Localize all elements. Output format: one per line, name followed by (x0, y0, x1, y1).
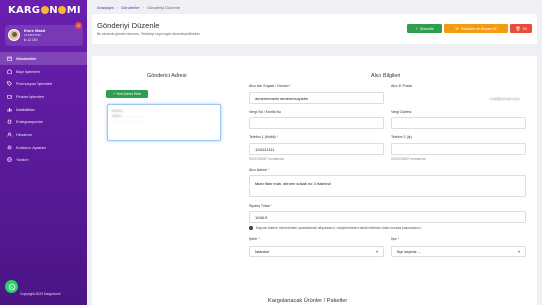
phone1-input[interactable]: 1111111111 (249, 143, 384, 155)
recipient-name-label: Alıcı Adı Soyadı / Ünvanı * (249, 84, 292, 88)
cod-info-note: i Kapıda ödeme hizmetinden yararlanmak is… (249, 226, 421, 230)
sidebar-item-label: Gönderiler (16, 55, 37, 61)
city-select[interactable]: İstanbul (249, 246, 384, 257)
recipient-email-input[interactable]: mail@ornek.com (391, 92, 526, 104)
sidebar-item-kullanici-ayarlari[interactable]: Kullanıcı Ayarları (0, 141, 87, 154)
recipient-email-label: Alıcı E-Posta (391, 84, 412, 88)
sidebar-nav: Gönderiler Bayi İşlemleri Promosyon İşle… (0, 52, 87, 166)
main-content: Anasayfa › Gönderiler › Gönderiyi Düzenle Gö… (87, 0, 542, 305)
delete-button-label: Sil (522, 26, 527, 31)
user-icon (6, 131, 12, 137)
sidebar-item-bayi[interactable]: Bayi İşlemleri (0, 65, 87, 78)
page-header: Gönderiyi Düzenle Bu ekranda gönderi dur… (92, 14, 537, 44)
breadcrumb-home-link[interactable]: Anasayfa (97, 5, 114, 10)
sidebar-item-entegrasyonlar[interactable]: Entegrasyonlar (0, 115, 87, 128)
user-id: 1234567890 (24, 33, 41, 37)
sidebar-item-label: Finans İşlemleri (16, 93, 45, 99)
notification-badge[interactable]: 0 (75, 22, 82, 29)
update-and-continue-label: Güncelle ve Devam Et (460, 26, 497, 31)
wallet-icon (6, 93, 12, 99)
whatsapp-icon (8, 283, 15, 290)
sender-address-card[interactable]: Merkez Adres: ... ... ... ... ... ... ..… (107, 104, 221, 141)
page-title: Gönderiyi Düzenle (97, 21, 160, 30)
sidebar-item-yardim[interactable]: Yardım (0, 154, 87, 167)
tax-office-input[interactable] (391, 117, 526, 129)
whatsapp-button[interactable] (5, 280, 18, 293)
store-icon (6, 68, 12, 74)
shipment-form: Gönderici Adresi + Yeni Adres Ekle Merke… (92, 56, 537, 305)
sidebar-item-label: Kullanıcı Ayarları (16, 144, 46, 150)
plug-icon (6, 119, 12, 125)
user-card[interactable]: Emre Masit 1234567890 ₺ 12.150 (5, 25, 83, 46)
chart-icon (6, 106, 12, 112)
refresh-icon: ⟳ (455, 26, 459, 31)
info-icon: i (249, 226, 253, 230)
sidebar-item-label: Bayi İşlemleri (16, 68, 40, 74)
gear-icon (6, 144, 12, 150)
tax-id-input[interactable] (249, 117, 384, 129)
recipient-name-input[interactable]: denememsim denemesoyisim (249, 92, 384, 104)
district-select-value: İlçe seçiniz ... (397, 249, 422, 254)
sidebar-item-label: Entegrasyonlar (16, 119, 43, 125)
city-select-value: İstanbul (255, 249, 270, 254)
plus-icon: + (415, 26, 418, 31)
tax-id-label: Vergi No / Kimlik No (249, 110, 281, 114)
recipient-section-title: Alıcı Bilgileri (371, 73, 401, 79)
recipient-address-label: Alıcı Adresi * (249, 168, 270, 172)
city-label: Şehir * (249, 237, 260, 241)
sidebar-item-label: Yardım (16, 157, 29, 163)
delete-button[interactable]: 🗑 Sil (510, 24, 532, 33)
update-button-label: Güncelle (419, 26, 434, 31)
sidebar: KARG N MI Emre Masit 1234567890 ₺ 12.150 0… (0, 0, 87, 305)
sidebar-item-label: Promosyon İşlemleri (16, 81, 53, 87)
address-line: ... ... ... ... ... ... ... ... ... (112, 119, 145, 123)
chevron-down-icon (518, 250, 520, 253)
help-icon (6, 157, 12, 163)
cod-info-text: Kapıda ödeme hizmetinden yararlanmak ist… (256, 226, 421, 230)
phone1-hint: 5XX1234567 formatında (249, 157, 284, 161)
trash-icon: 🗑 (515, 26, 521, 31)
breadcrumb: Anasayfa › Gönderiler › Gönderiyi Düzenle (97, 5, 180, 10)
avatar (8, 29, 20, 41)
order-total-label: Sipariş Tutarı * (249, 204, 273, 208)
phone2-hint: 5XX1234567 formatında (391, 157, 426, 161)
sidebar-item-gonderiler[interactable]: Gönderiler (0, 52, 87, 65)
page-description: Bu ekranda gönderi durumu, Tedarikçi vey… (97, 32, 200, 36)
district-label: İlçe * (391, 237, 399, 241)
sidebar-item-label: Hesabım (16, 131, 33, 137)
phone1-label: Telefon 1 (Mobil) * (249, 135, 278, 139)
sidebar-item-finans[interactable]: Finans İşlemleri (0, 90, 87, 103)
district-select[interactable]: İlçe seçiniz ... (391, 246, 526, 257)
breadcrumb-shipments-link[interactable]: Gönderiler (121, 5, 140, 10)
kargonomi-logo[interactable]: KARG N MI (8, 5, 81, 16)
sidebar-item-promosyon[interactable]: Promosyon İşlemleri (0, 77, 87, 90)
tax-office-label: Vergi Dairesi (391, 110, 412, 114)
sidebar-item-hesabim[interactable]: Hesabım (0, 128, 87, 141)
products-section-title: Kargolanacak Ürünler / Paketler (268, 298, 348, 304)
update-button[interactable]: + Güncelle (407, 24, 442, 33)
sender-section-title: Gönderici Adresi (147, 73, 187, 79)
update-and-continue-button[interactable]: ⟳ Güncelle ve Devam Et (444, 24, 508, 33)
phone2-label: Telefon 2 (İş) (391, 135, 412, 139)
add-address-button[interactable]: + Yeni Adres Ekle (106, 90, 148, 98)
user-balance: ₺ 12.150 (24, 38, 38, 42)
box-icon (6, 55, 12, 61)
copyright-text: Copyright 2023 Kargonomi (20, 292, 61, 296)
breadcrumb-current: Gönderiyi Düzenle (147, 5, 180, 10)
chevron-down-icon (376, 250, 378, 253)
sidebar-item-label: İstatistikler (16, 106, 35, 112)
phone2-input[interactable] (391, 143, 526, 155)
tag-icon (6, 81, 12, 87)
recipient-address-textarea[interactable]: falan filan mah. sitroen sokak no 3 İsta… (249, 175, 526, 197)
order-total-input[interactable]: 1046.9 (249, 211, 526, 223)
sidebar-item-istatistikler[interactable]: İstatistikler (0, 103, 87, 116)
